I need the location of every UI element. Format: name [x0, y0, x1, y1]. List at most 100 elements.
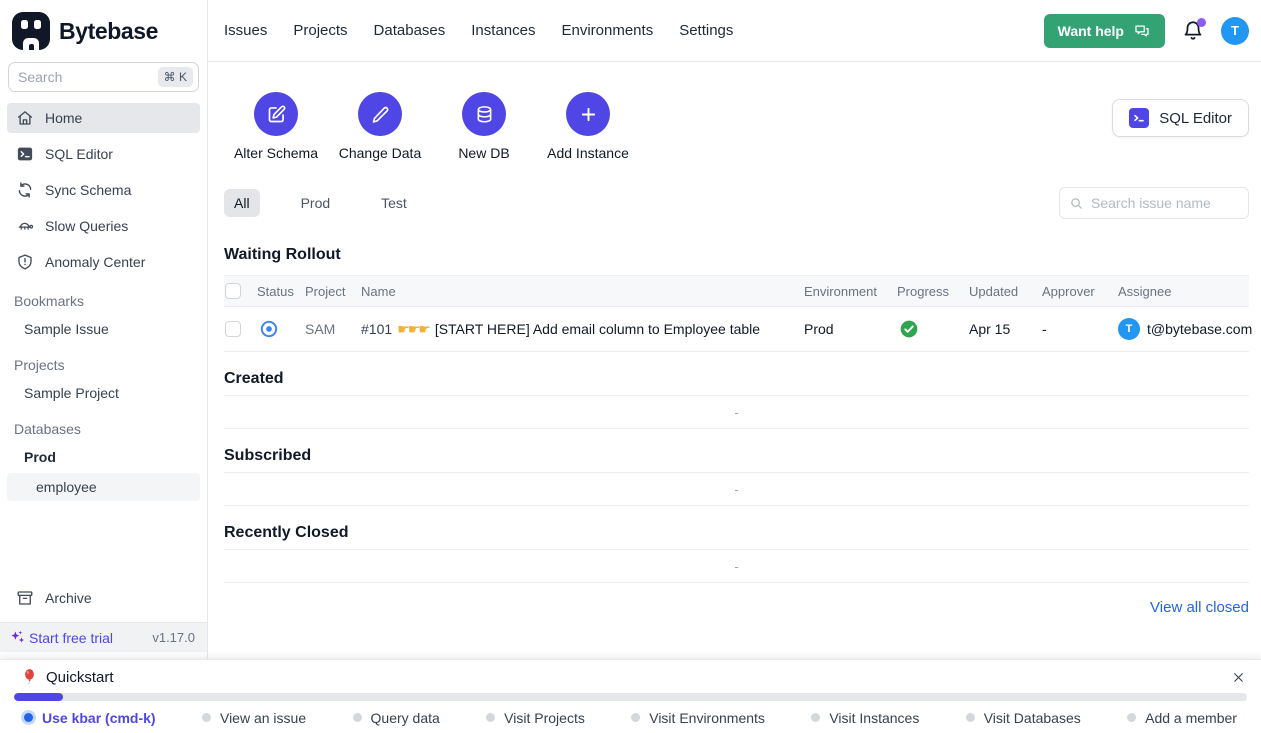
- created-empty-row: -: [224, 395, 1249, 429]
- topnav-projects[interactable]: Projects: [293, 22, 347, 39]
- col-name: Name: [361, 284, 804, 299]
- topnav-environments[interactable]: Environments: [561, 22, 653, 39]
- sidebar-item-label: Archive: [45, 590, 92, 606]
- topnav-settings[interactable]: Settings: [679, 22, 733, 39]
- col-progress: Progress: [897, 284, 969, 299]
- quickstart-item-visit-databases[interactable]: Visit Databases: [966, 710, 1081, 726]
- user-avatar[interactable]: T: [1221, 17, 1249, 45]
- topnav-instances[interactable]: Instances: [471, 22, 535, 39]
- quickstart-item-add-a-member[interactable]: Add a member: [1127, 710, 1237, 726]
- issue-number: #101: [361, 321, 392, 337]
- green-check-icon: [899, 319, 919, 339]
- col-assignee: Assignee: [1118, 284, 1249, 299]
- topnav-issues[interactable]: Issues: [224, 22, 267, 39]
- row-checkbox[interactable]: [225, 321, 241, 337]
- tab-test[interactable]: Test: [371, 189, 417, 217]
- issue-row[interactable]: SAM #101☛☛☛[START HERE] Add email column…: [224, 306, 1249, 352]
- sidebar-item-employee-db[interactable]: employee: [7, 473, 200, 501]
- sidebar-item-archive[interactable]: Archive: [7, 583, 200, 613]
- sidebar-section-bookmarks: Bookmarks: [0, 280, 207, 314]
- col-updated: Updated: [969, 284, 1042, 299]
- bytebase-logo-icon: [12, 12, 50, 50]
- new-db-button[interactable]: New DB: [432, 92, 536, 161]
- action-label: New DB: [458, 145, 509, 161]
- col-project: Project: [305, 284, 361, 299]
- sidebar-search[interactable]: ⌘ K: [8, 62, 199, 92]
- assignee-avatar: T: [1118, 318, 1140, 340]
- sidebar-item-sample-project[interactable]: Sample Project: [0, 379, 200, 407]
- view-all-closed-link[interactable]: View all closed: [1150, 599, 1249, 616]
- sql-editor-button[interactable]: SQL Editor: [1112, 99, 1249, 137]
- issue-name-link[interactable]: #101 ☛☛☛ [START HERE] Add email column to …: [361, 321, 804, 338]
- database-icon: [474, 104, 495, 125]
- notification-bell[interactable]: [1182, 20, 1204, 42]
- sidebar-item-sql-editor[interactable]: SQL Editor: [7, 139, 200, 169]
- quickstart-title: Quickstart: [46, 669, 114, 686]
- brand-logo[interactable]: Bytebase: [0, 0, 207, 56]
- sql-editor-button-label: SQL Editor: [1159, 110, 1232, 127]
- main-content: Alter Schema Change Data New DB Add Inst…: [208, 62, 1261, 659]
- quickstart-item-visit-instances[interactable]: Visit Instances: [811, 710, 919, 726]
- quickstart-item-visit-projects[interactable]: Visit Projects: [486, 710, 585, 726]
- quickstart-item-use-kbar[interactable]: Use kbar (cmd-k): [24, 710, 156, 726]
- issue-title: [START HERE] Add email column to Employe…: [435, 321, 760, 337]
- sidebar-item-sync-schema[interactable]: Sync Schema: [7, 175, 200, 205]
- top-nav: Issues Projects Databases Instances Envi…: [224, 22, 733, 39]
- step-dot: [486, 713, 495, 722]
- close-icon[interactable]: [1231, 670, 1246, 685]
- quickstart-item-view-an-issue[interactable]: View an issue: [202, 710, 306, 726]
- notification-dot: [1197, 18, 1206, 27]
- quickstart-item-visit-environments[interactable]: Visit Environments: [631, 710, 765, 726]
- tab-prod[interactable]: Prod: [291, 189, 341, 217]
- sidebar-item-label: Sync Schema: [45, 182, 131, 198]
- section-title-subscribed: Subscribed: [224, 447, 1249, 465]
- chat-icon: [1133, 22, 1151, 40]
- step-dot: [811, 713, 820, 722]
- sidebar-item-label: Home: [45, 110, 82, 126]
- issue-updated: Apr 15: [969, 321, 1042, 337]
- quickstart-item-query-data[interactable]: Query data: [353, 710, 440, 726]
- sidebar-item-slow-queries[interactable]: Slow Queries: [7, 211, 200, 241]
- sidebar-section-databases: Databases: [0, 408, 207, 442]
- sidebar-group-prod[interactable]: Prod: [0, 443, 200, 471]
- turtle-icon: [16, 217, 34, 235]
- step-dot: [1127, 713, 1136, 722]
- quickstart-progress-track: [14, 693, 1247, 701]
- step-dot: [353, 713, 362, 722]
- pointer-emoji: ☛☛☛: [397, 321, 429, 337]
- search-icon: [1069, 196, 1084, 211]
- tab-all[interactable]: All: [224, 189, 260, 217]
- sidebar-item-label: Slow Queries: [45, 218, 128, 234]
- sidebar-item-sample-issue[interactable]: Sample Issue: [0, 315, 200, 343]
- start-free-trial-link[interactable]: Start free trial: [29, 630, 113, 646]
- brand-name: Bytebase: [59, 18, 158, 45]
- col-approver: Approver: [1042, 284, 1118, 299]
- assignee-email: t@bytebase.com: [1147, 321, 1252, 337]
- add-instance-button[interactable]: Add Instance: [536, 92, 640, 161]
- sidebar-item-label: SQL Editor: [45, 146, 113, 162]
- col-status: Status: [257, 284, 305, 299]
- search-input[interactable]: [18, 69, 152, 85]
- alter-schema-button[interactable]: Alter Schema: [224, 92, 328, 161]
- step-dot: [631, 713, 640, 722]
- change-data-button[interactable]: Change Data: [328, 92, 432, 161]
- sidebar-section-projects: Projects: [0, 344, 207, 378]
- action-label: Add Instance: [547, 145, 629, 161]
- section-title-recently-closed: Recently Closed: [224, 524, 1249, 542]
- issue-search[interactable]: [1059, 187, 1249, 219]
- want-help-button[interactable]: Want help: [1044, 14, 1165, 48]
- pencil-icon: [370, 104, 391, 125]
- topnav-databases[interactable]: Databases: [374, 22, 446, 39]
- want-help-label: Want help: [1058, 23, 1124, 39]
- step-dot: [966, 713, 975, 722]
- archive-icon: [16, 589, 34, 607]
- issue-search-input[interactable]: [1091, 195, 1239, 211]
- sidebar-item-anomaly-center[interactable]: Anomaly Center: [7, 247, 200, 277]
- select-all-checkbox[interactable]: [225, 283, 241, 299]
- search-shortcut-kbd: ⌘ K: [158, 67, 193, 87]
- sparkles-icon: [9, 629, 26, 646]
- terminal-icon: [16, 145, 34, 163]
- sidebar-item-home[interactable]: Home: [7, 103, 200, 133]
- shield-icon: [16, 253, 34, 271]
- blue-target-icon: [259, 319, 279, 339]
